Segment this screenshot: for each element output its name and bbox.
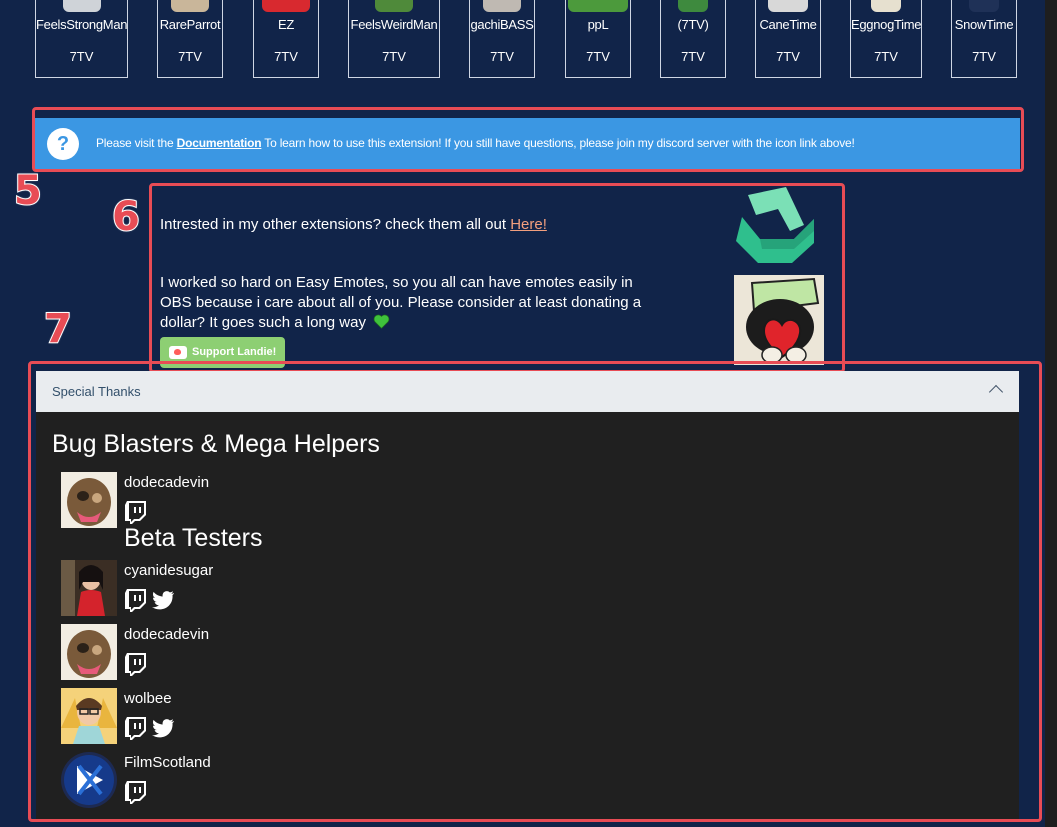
emote-name: FeelsStrongMan (36, 17, 128, 32)
emote-card[interactable]: FeelsWeirdMan 7TV (348, 0, 440, 78)
donation-text: I worked so hard on Easy Emotes, so you … (160, 274, 642, 331)
emote-name: SnowTime (954, 17, 1014, 32)
emote-image (568, 0, 628, 12)
emote-card[interactable]: (7TV) 7TV (660, 0, 726, 78)
scrollbar-track[interactable] (1045, 0, 1057, 827)
emote-image (262, 0, 310, 12)
emote-provider: 7TV (490, 49, 514, 64)
emote-image (62, 0, 101, 12)
emote-card[interactable]: RareParrot 7TV (157, 0, 223, 78)
emote-provider: 7TV (972, 49, 996, 64)
emote-image (678, 0, 708, 12)
emote-provider: 7TV (178, 49, 202, 64)
emote-provider: 7TV (681, 49, 705, 64)
other-extensions-link[interactable]: Here! (510, 216, 547, 233)
annotation-number-7: 7 (43, 305, 73, 353)
emote-image (171, 0, 209, 12)
emote-image (969, 0, 999, 12)
emote-card[interactable]: SnowTime 7TV (951, 0, 1017, 78)
emote-name: CaneTime (759, 17, 817, 32)
annotation-number-6: 6 (111, 193, 141, 241)
emote-image (375, 0, 413, 12)
green-heart-icon (373, 314, 390, 329)
emote-image (483, 0, 521, 12)
emote-provider: 7TV (69, 49, 94, 64)
emote-image (768, 0, 808, 12)
emote-provider: 7TV (274, 49, 298, 64)
annotation-box-5 (32, 107, 1024, 172)
emote-provider: 7TV (874, 49, 898, 64)
annotation-box-7 (28, 361, 1042, 822)
emote-provider: 7TV (586, 49, 610, 64)
emote-name: ppL (587, 17, 609, 32)
emote-name: (7TV) (677, 17, 709, 32)
annotation-number-5: 5 (13, 167, 43, 215)
emote-card[interactable]: FeelsStrongMan 7TV (35, 0, 128, 78)
emote-card[interactable]: CaneTime 7TV (755, 0, 821, 78)
emote-image (871, 0, 901, 12)
emote-provider: 7TV (776, 49, 800, 64)
emote-card[interactable]: ppL 7TV (565, 0, 631, 78)
emote-name: EZ (277, 17, 294, 32)
emote-card[interactable]: gachiBASS 7TV (469, 0, 535, 78)
avatar-illustration-icon (734, 275, 824, 365)
emote-card[interactable]: EggnogTime 7TV (850, 0, 922, 78)
emote-name: gachiBASS (470, 17, 534, 32)
extension-logo-icon (736, 187, 814, 263)
creator-avatar (734, 275, 824, 365)
emote-name: FeelsWeirdMan (350, 17, 438, 32)
emote-provider: 7TV (382, 49, 406, 64)
emote-name: EggnogTime (851, 17, 922, 32)
other-extensions-text: Intrested in my other extensions? check … (160, 216, 547, 233)
kofi-cup-icon (169, 346, 187, 359)
emote-card[interactable]: EZ 7TV (253, 0, 319, 78)
emote-name: RareParrot (159, 17, 221, 32)
